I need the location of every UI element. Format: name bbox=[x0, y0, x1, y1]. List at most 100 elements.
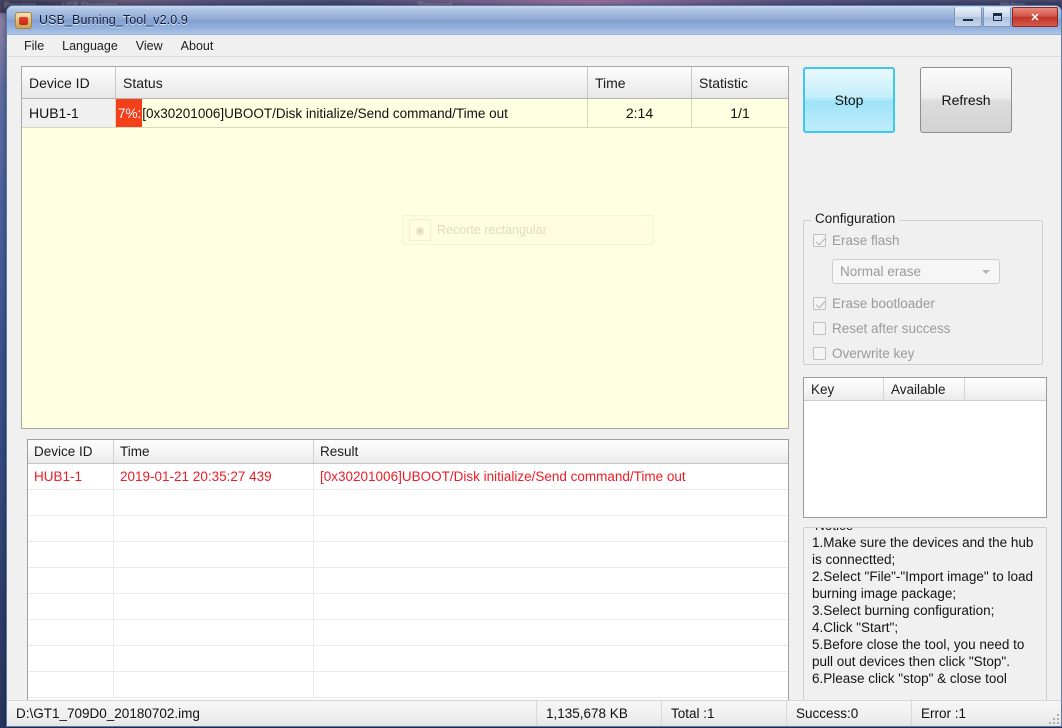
title-bar[interactable]: USB_Burning_Tool_v2.0.9 ✕ bbox=[7, 6, 1061, 35]
column-header-statistic[interactable]: Statistic bbox=[692, 67, 788, 98]
table-row[interactable] bbox=[28, 490, 788, 516]
log-device-id-cell bbox=[28, 568, 114, 593]
progress-bar-container: 7%: [0x30201006]UBOOT/Disk initialize/Se… bbox=[116, 99, 587, 127]
log-result-cell bbox=[314, 672, 788, 697]
log-time-cell bbox=[114, 672, 314, 697]
burn-log-table[interactable]: Device ID Time Result HUB1-1 2019-01-21 … bbox=[27, 439, 789, 712]
status-file-size: 1,135,678 KB bbox=[537, 701, 662, 726]
snip-tool-overlay: ◉ Recorte rectangular bbox=[402, 215, 654, 245]
device-status-cell: 7%: [0x30201006]UBOOT/Disk initialize/Se… bbox=[116, 99, 588, 127]
checkbox-reset-after-success[interactable]: Reset after success bbox=[804, 316, 1042, 341]
status-file-path: D:\GT1_709D0_20180702.img bbox=[7, 701, 537, 726]
notice-line: 3.Select burning configuration; bbox=[812, 603, 995, 618]
log-device-id-cell bbox=[28, 620, 114, 645]
column-header-time[interactable]: Time bbox=[588, 67, 692, 98]
menu-item-view[interactable]: View bbox=[127, 37, 172, 55]
window-title: USB_Burning_Tool_v2.0.9 bbox=[39, 13, 188, 27]
checkbox-label: Erase flash bbox=[832, 233, 900, 248]
device-status-row[interactable]: HUB1-1 7%: [0x30201006]UBOOT/Disk initia… bbox=[22, 99, 788, 128]
progress-bar: 7%: bbox=[116, 99, 143, 127]
table-row[interactable] bbox=[28, 516, 788, 542]
usb-burning-tool-window: USB_Burning_Tool_v2.0.9 ✕ File Language … bbox=[6, 5, 1062, 727]
log-time-cell bbox=[114, 542, 314, 567]
device-statistic-cell: 1/1 bbox=[730, 105, 750, 121]
device-status-table[interactable]: Device ID Status Time Statistic HUB1-1 7… bbox=[21, 66, 789, 429]
log-result-cell bbox=[314, 516, 788, 541]
checkbox-icon[interactable] bbox=[813, 297, 826, 310]
key-table-header: Key Available bbox=[804, 378, 1046, 401]
checkbox-erase-flash[interactable]: Erase flash bbox=[804, 228, 1042, 253]
close-button[interactable]: ✕ bbox=[1012, 7, 1058, 27]
app-icon bbox=[15, 11, 32, 29]
minimize-icon bbox=[963, 19, 973, 21]
device-time-cell: 2:14 bbox=[588, 99, 692, 127]
column-header-device-id[interactable]: Device ID bbox=[22, 67, 116, 98]
status-bar: D:\GT1_709D0_20180702.img 1,135,678 KB T… bbox=[7, 700, 1061, 726]
log-column-header-device-id[interactable]: Device ID bbox=[28, 440, 114, 463]
log-column-header-time[interactable]: Time bbox=[114, 440, 314, 463]
key-column-header-spacer[interactable] bbox=[965, 378, 1046, 400]
log-result-cell bbox=[314, 620, 788, 645]
erase-mode-value: Normal erase bbox=[840, 264, 922, 279]
camera-icon: ◉ bbox=[409, 219, 431, 241]
maximize-icon bbox=[992, 13, 1002, 21]
menu-bar: File Language View About bbox=[7, 35, 1061, 57]
burn-log-header: Device ID Time Result bbox=[28, 440, 788, 464]
key-column-header-key[interactable]: Key bbox=[804, 378, 884, 400]
log-column-header-result[interactable]: Result bbox=[314, 440, 788, 463]
refresh-button[interactable]: Refresh bbox=[920, 67, 1012, 133]
chevron-down-icon bbox=[982, 270, 990, 274]
notice-line: 5.Before close the tool, you need to pul… bbox=[812, 637, 1025, 669]
status-total: Total :1 bbox=[662, 701, 787, 726]
checkbox-icon[interactable] bbox=[813, 347, 826, 360]
log-device-id-cell bbox=[28, 542, 114, 567]
table-row[interactable] bbox=[28, 672, 788, 698]
log-device-id-cell bbox=[28, 594, 114, 619]
notice-line: 2.Select "File"-"Import image" to load b… bbox=[812, 569, 1034, 601]
checkbox-icon[interactable] bbox=[813, 234, 826, 247]
table-row[interactable] bbox=[28, 568, 788, 594]
notice-line: 4.Click "Start"; bbox=[812, 620, 899, 635]
log-result-cell bbox=[314, 490, 788, 515]
menu-item-about[interactable]: About bbox=[172, 37, 223, 55]
device-id-cell: HUB1-1 bbox=[22, 99, 116, 127]
table-row[interactable] bbox=[28, 594, 788, 620]
checkbox-overwrite-key[interactable]: Overwrite key bbox=[804, 341, 1042, 366]
table-row[interactable]: HUB1-1 2019-01-21 20:35:27 439 [0x302010… bbox=[28, 464, 788, 490]
log-device-id-cell bbox=[28, 672, 114, 697]
key-column-header-available[interactable]: Available bbox=[884, 378, 965, 400]
device-status-header: Device ID Status Time Statistic bbox=[22, 67, 788, 99]
table-row[interactable] bbox=[28, 542, 788, 568]
status-message-text: [0x30201006]UBOOT/Disk initialize/Send c… bbox=[142, 105, 508, 121]
notice-line: 1.Make sure the devices and the hub is c… bbox=[812, 535, 1034, 567]
checkbox-label: Overwrite key bbox=[832, 346, 915, 361]
log-device-id-cell bbox=[28, 516, 114, 541]
column-header-status[interactable]: Status bbox=[116, 67, 588, 98]
table-row[interactable] bbox=[28, 646, 788, 672]
menu-item-file[interactable]: File bbox=[15, 37, 53, 55]
key-table[interactable]: Key Available bbox=[803, 377, 1047, 518]
log-time-cell bbox=[114, 490, 314, 515]
window-controls: ✕ bbox=[954, 7, 1058, 27]
erase-mode-dropdown[interactable]: Normal erase bbox=[832, 259, 1000, 284]
stop-button[interactable]: Stop bbox=[803, 67, 895, 133]
log-time-cell bbox=[114, 594, 314, 619]
menu-item-language[interactable]: Language bbox=[53, 37, 127, 55]
snip-tool-label: Recorte rectangular bbox=[437, 223, 547, 237]
notice-group: Notice 1.Make sure the devices and the h… bbox=[803, 527, 1047, 726]
table-row[interactable] bbox=[28, 620, 788, 646]
status-success: Success:0 bbox=[787, 701, 912, 726]
log-time-cell bbox=[114, 568, 314, 593]
resize-grip-icon[interactable] bbox=[1047, 712, 1059, 724]
log-time-cell bbox=[114, 646, 314, 671]
log-result-cell bbox=[314, 646, 788, 671]
configuration-group: Configuration Erase flash Normal erase E… bbox=[803, 211, 1043, 366]
maximize-button[interactable] bbox=[983, 7, 1011, 27]
log-device-id-cell bbox=[28, 646, 114, 671]
minimize-button[interactable] bbox=[954, 7, 982, 27]
log-device-id-cell: HUB1-1 bbox=[28, 464, 114, 489]
checkbox-label: Reset after success bbox=[832, 321, 951, 336]
checkbox-icon[interactable] bbox=[813, 322, 826, 335]
notice-title: Notice bbox=[811, 528, 858, 533]
checkbox-erase-bootloader[interactable]: Erase bootloader bbox=[804, 291, 1042, 316]
